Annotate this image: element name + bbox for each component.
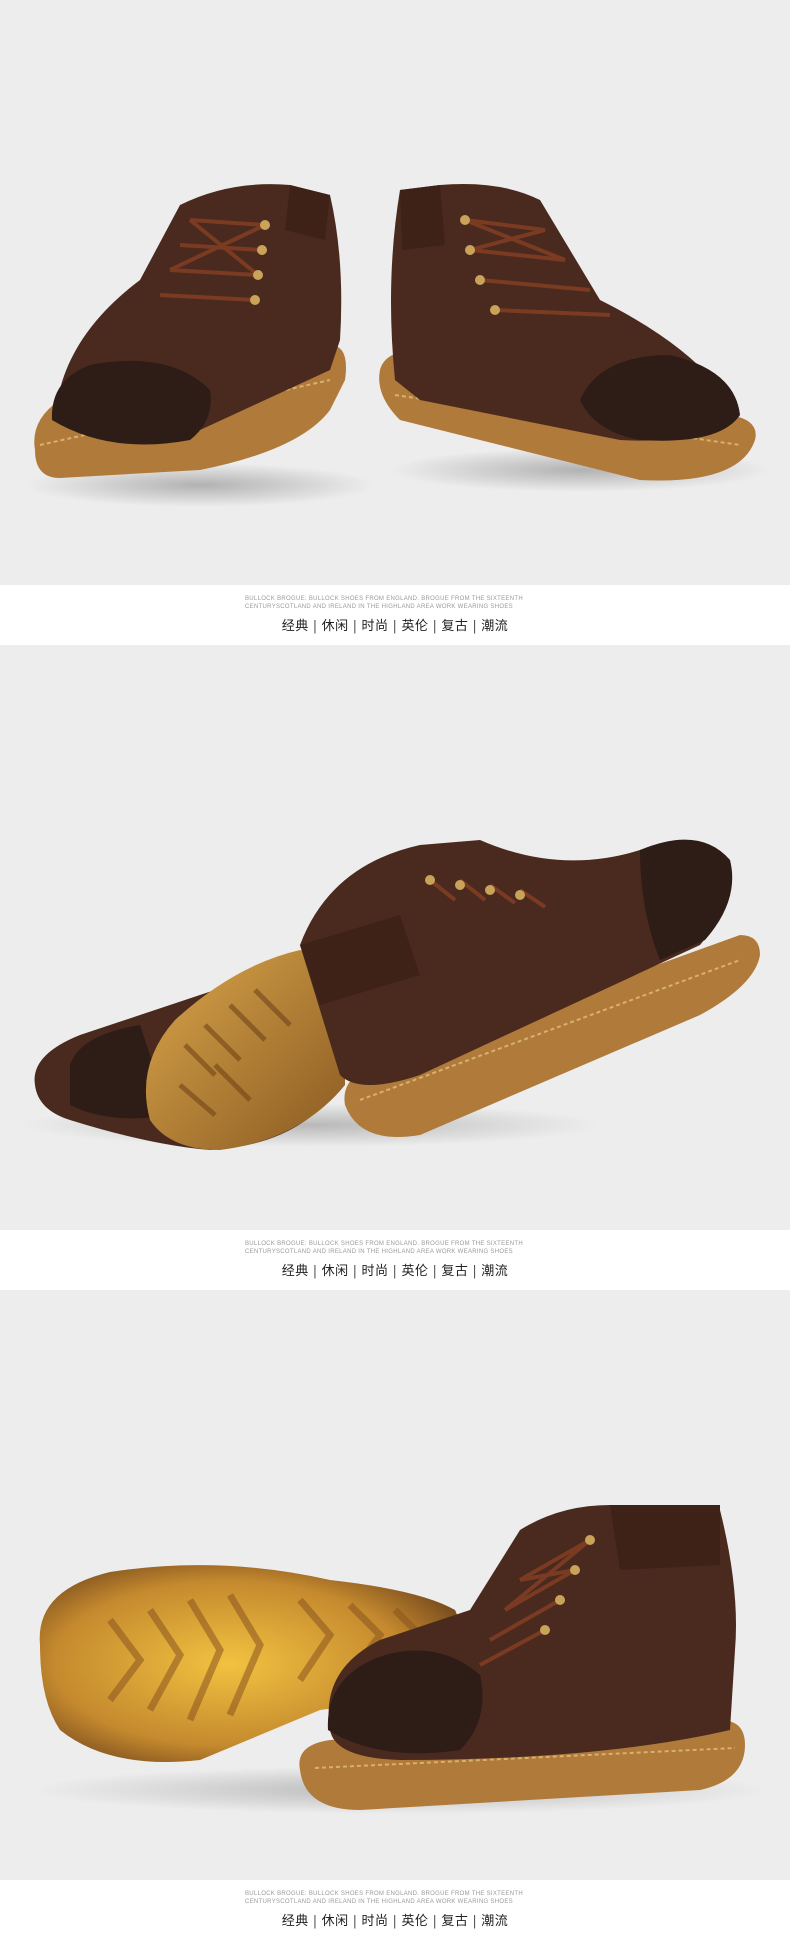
style-tag: 潮流	[481, 619, 509, 634]
style-tag: 英伦	[401, 1914, 429, 1929]
tag-separator: |	[472, 1264, 478, 1279]
tag-separator: |	[312, 619, 318, 634]
style-tag: 潮流	[481, 1264, 509, 1279]
style-tag: 英伦	[401, 619, 429, 634]
style-tag: 经典	[281, 619, 309, 634]
caption-english-line: BULLOCK BROGUE: BULLOCK SHOES FROM ENGLA…	[245, 596, 523, 602]
style-tag: 经典	[281, 1914, 309, 1929]
tag-separator: |	[472, 619, 478, 634]
caption-block: BULLOCK BROGUE: BULLOCK SHOES FROM ENGLA…	[0, 585, 790, 645]
product-photo-sole-and-boot	[0, 1290, 790, 1880]
style-tag: 复古	[441, 619, 469, 634]
left-boot	[34, 184, 347, 478]
tag-separator: |	[352, 619, 358, 634]
right-boot	[379, 184, 756, 481]
tag-separator: |	[472, 1914, 478, 1929]
style-tag: 时尚	[361, 1264, 389, 1279]
boots-sole-illustration	[30, 1505, 770, 1814]
product-detail-page: BULLOCK BROGUE: BULLOCK SHOES FROM ENGLA…	[0, 0, 790, 1940]
tag-separator: |	[392, 619, 398, 634]
caption-english: BULLOCK BROGUE: BULLOCK SHOES FROM ENGLA…	[245, 1240, 545, 1256]
style-tag: 时尚	[361, 1914, 389, 1929]
boot-sole-view	[34, 945, 345, 1150]
caption-block: BULLOCK BROGUE: BULLOCK SHOES FROM ENGLA…	[0, 1880, 790, 1940]
boot-three-quarter-view	[299, 1505, 745, 1810]
caption-english-line: CENTURYSCOTLAND AND IRELAND IN THE HIGHL…	[245, 604, 513, 610]
style-tag: 时尚	[361, 619, 389, 634]
tag-separator: |	[352, 1264, 358, 1279]
style-tags: 经典 | 休闲 | 时尚 | 英伦 | 复古 | 潮流	[0, 1260, 790, 1279]
product-photo-pair-front	[0, 0, 790, 585]
caption-english-line: CENTURYSCOTLAND AND IRELAND IN THE HIGHL…	[245, 1899, 513, 1905]
tag-separator: |	[432, 1264, 438, 1279]
tag-separator: |	[392, 1264, 398, 1279]
style-tag: 潮流	[481, 1914, 509, 1929]
caption-english: BULLOCK BROGUE: BULLOCK SHOES FROM ENGLA…	[245, 1890, 545, 1906]
caption-english: BULLOCK BROGUE: BULLOCK SHOES FROM ENGLA…	[245, 595, 545, 611]
style-tag: 休闲	[321, 1914, 349, 1929]
style-tags: 经典 | 休闲 | 时尚 | 英伦 | 复古 | 潮流	[0, 615, 790, 634]
style-tag: 休闲	[321, 619, 349, 634]
style-tag: 经典	[281, 1264, 309, 1279]
product-photo-side-sole	[0, 645, 790, 1230]
caption-block: BULLOCK BROGUE: BULLOCK SHOES FROM ENGLA…	[0, 1230, 790, 1290]
boot-side-view	[300, 839, 760, 1137]
caption-english-line: CENTURYSCOTLAND AND IRELAND IN THE HIGHL…	[245, 1249, 513, 1255]
tag-separator: |	[312, 1914, 318, 1929]
tag-separator: |	[392, 1914, 398, 1929]
tag-separator: |	[352, 1914, 358, 1929]
style-tag: 英伦	[401, 1264, 429, 1279]
caption-english-line: BULLOCK BROGUE: BULLOCK SHOES FROM ENGLA…	[245, 1241, 523, 1247]
tag-separator: |	[432, 1914, 438, 1929]
style-tag: 休闲	[321, 1264, 349, 1279]
tag-separator: |	[312, 1264, 318, 1279]
caption-english-line: BULLOCK BROGUE: BULLOCK SHOES FROM ENGLA…	[245, 1891, 523, 1897]
style-tag: 复古	[441, 1264, 469, 1279]
boots-side-illustration	[20, 839, 760, 1150]
boots-pair-illustration	[25, 184, 770, 507]
style-tags: 经典 | 休闲 | 时尚 | 英伦 | 复古 | 潮流	[0, 1910, 790, 1929]
style-tag: 复古	[441, 1914, 469, 1929]
tag-separator: |	[432, 619, 438, 634]
